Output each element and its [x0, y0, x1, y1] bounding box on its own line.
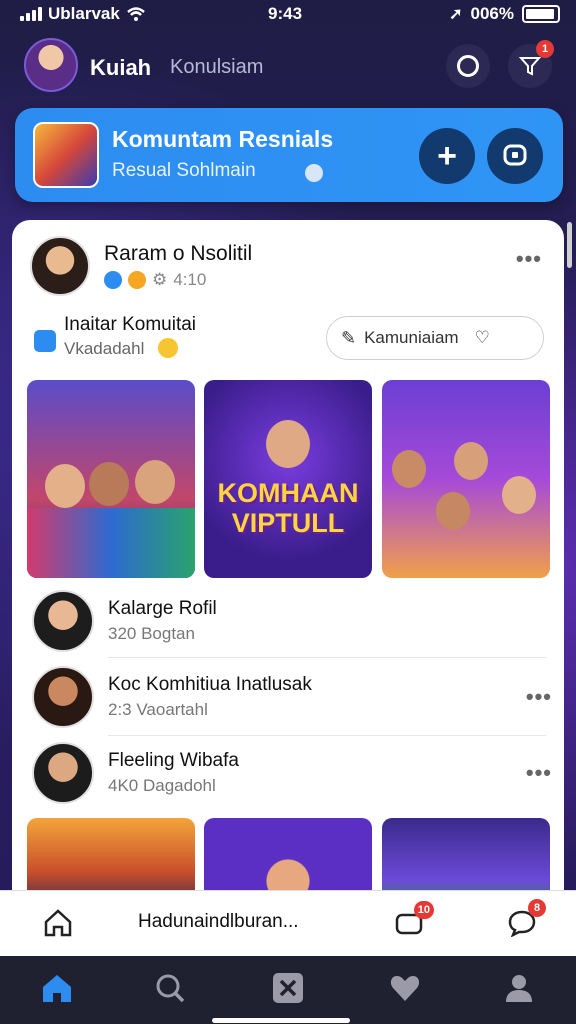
post-meta: ⚙ 4:10 [104, 270, 206, 290]
post-author[interactable]: Raram o Nsolitil [104, 242, 252, 266]
community-pill-button[interactable]: ✎ Kamuniaiam ♡ [326, 316, 544, 360]
community-banner[interactable]: Komuntam Resnials Resual Sohlmain + [15, 108, 563, 202]
bottom-strip: Hadunaindlburan... 10 8 [0, 890, 576, 956]
nav-create[interactable] [268, 968, 308, 1008]
member-name: Kalarge Rofil [108, 598, 217, 619]
home-icon [43, 975, 71, 1002]
bottom-navigation [0, 956, 576, 1024]
battery-label: 006% [470, 4, 514, 23]
image-tile-virtual[interactable]: KOMHAAN VIPTULL [204, 380, 372, 578]
post-time: 4:10 [173, 270, 207, 289]
person-figure [502, 476, 536, 514]
image-tile-friends[interactable] [27, 380, 195, 578]
person-figure [266, 420, 310, 468]
settings-icon: ⚙ [152, 270, 168, 289]
close-box-icon [273, 973, 303, 1003]
person-figure [135, 460, 175, 504]
author-avatar[interactable] [30, 236, 90, 296]
nav-favorites[interactable] [385, 968, 425, 1008]
notification-badge: 1 [536, 40, 554, 58]
chat-icon [503, 144, 527, 166]
invite-subtitle: Vkadadahl [64, 339, 145, 358]
gallery-button[interactable]: 10 [392, 901, 434, 941]
more-options-button[interactable]: ••• [526, 760, 552, 786]
member-count: 4K0 Dagadohl [108, 776, 216, 795]
heart-icon [390, 976, 420, 1001]
more-options-button[interactable]: ••• [526, 684, 552, 710]
header-subtitle: Konulsiam [170, 56, 264, 78]
list-item[interactable]: Fleeling Wibafa 4K0 Dagadohl ••• [30, 742, 552, 812]
app-header: Kuiah Konulsiam 1 [24, 38, 554, 94]
verified-icon [104, 271, 122, 289]
signal-icon [20, 7, 42, 21]
list-item[interactable]: Kalarge Rofil 320 Bogtan [30, 590, 552, 660]
search-icon [156, 974, 185, 1003]
member-name: Koc Komhitiua Inatlusak [108, 674, 312, 695]
divider [108, 657, 546, 658]
member-count: 320 Bogtan [108, 624, 195, 643]
home-indicator [212, 1018, 350, 1023]
member-avatar [32, 742, 94, 804]
heart-chat-icon: ♡ [474, 328, 490, 347]
location-icon: ➚ [449, 6, 463, 23]
people-clothing [27, 508, 195, 578]
member-name: Fleeling Wibafa [108, 750, 239, 771]
wifi-icon [127, 7, 145, 21]
community-title: Komuntam Resnials [112, 126, 334, 152]
invite-title: Inaitar Komuitai [64, 314, 197, 335]
nav-home[interactable] [37, 968, 77, 1008]
home-outline-icon [44, 909, 72, 937]
status-bar: Ublarvak 9:43 ➚ 006% [0, 0, 576, 30]
community-subtitle: Resual Sohlmain [112, 160, 256, 181]
person-icon [506, 975, 532, 1002]
strip-text[interactable]: Hadunaindlburan... [138, 911, 299, 933]
filter-button[interactable]: 1 [508, 40, 554, 88]
member-count: 2:3 Vaoartahl [108, 700, 208, 719]
member-avatar [32, 590, 94, 652]
messages-badge: 8 [528, 899, 546, 917]
more-options-button[interactable]: ••• [516, 246, 542, 272]
image-tile-celebration[interactable] [382, 380, 550, 578]
circle-icon [457, 55, 479, 77]
filter-icon [518, 57, 542, 76]
hand-icon [128, 271, 146, 289]
tile-caption: KOMHAAN VIPTULL [217, 478, 359, 538]
nav-search[interactable] [150, 968, 190, 1008]
bag-icon [34, 330, 56, 352]
carrier-label: Ublarvak [48, 4, 120, 23]
community-thumbnail [33, 122, 99, 188]
divider [108, 735, 546, 736]
chat-button[interactable] [487, 128, 543, 184]
profile-avatar[interactable] [24, 38, 78, 92]
person-figure [89, 462, 129, 506]
add-button[interactable]: + [419, 128, 475, 184]
nav-profile[interactable] [499, 968, 539, 1008]
scrollbar[interactable] [567, 222, 572, 268]
smile-emoji-icon [158, 338, 178, 358]
gallery-badge: 10 [413, 901, 434, 919]
messages-button[interactable]: 8 [504, 899, 546, 941]
person-figure [392, 450, 426, 488]
status-button[interactable] [446, 44, 490, 88]
feed-card: Raram o Nsolitil ⚙ 4:10 ••• Inaitar Komu… [12, 220, 564, 920]
pencil-icon: ✎ [341, 327, 357, 348]
person-figure [436, 492, 470, 530]
home-shortcut-button[interactable] [40, 905, 76, 941]
person-figure [454, 442, 488, 480]
plus-icon: + [437, 136, 457, 175]
battery-icon [522, 5, 560, 23]
person-figure [45, 464, 85, 508]
list-item[interactable]: Koc Komhitiua Inatlusak 2:3 Vaoartahl ••… [30, 666, 552, 736]
verified-icon [305, 164, 323, 182]
clock: 9:43 [268, 4, 303, 23]
pill-label: Kamuniaiam [364, 328, 459, 347]
user-name: Kuiah [90, 55, 152, 80]
member-avatar [32, 666, 94, 728]
